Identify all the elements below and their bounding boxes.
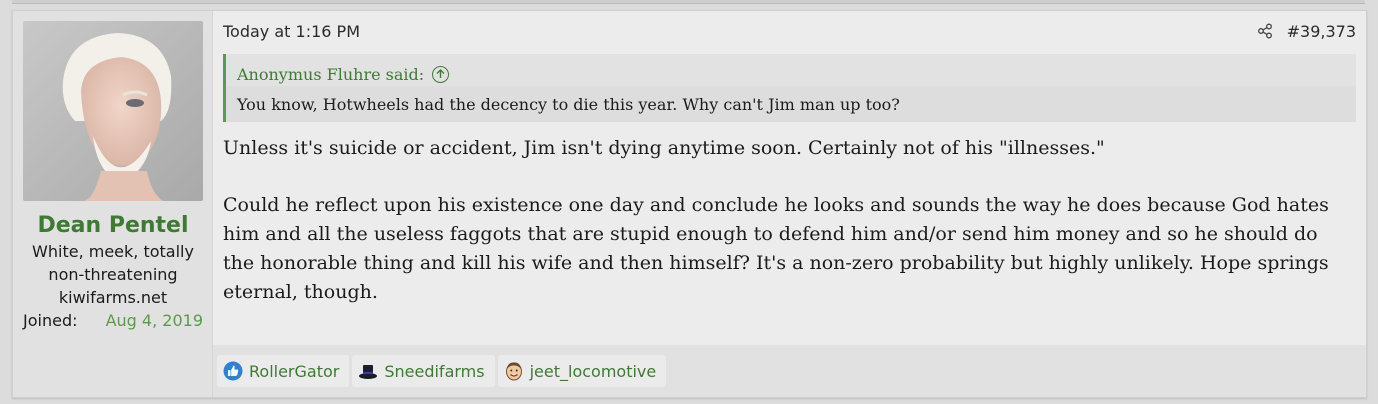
post-message: Unless it's suicide or accident, Jim isn… xyxy=(223,134,1356,307)
reaction-user: jeet_locomotive xyxy=(529,361,657,381)
quote-header: Anonymus Fluhre said: xyxy=(226,54,1356,86)
username[interactable]: Dean Pentel xyxy=(23,213,203,238)
post-header: Today at 1:16 PM #39,373 xyxy=(223,11,1356,51)
joined-label: Joined: xyxy=(23,311,78,330)
post-header-actions: #39,373 xyxy=(1257,22,1356,41)
message-paragraph-1: Unless it's suicide or accident, Jim isn… xyxy=(223,137,1105,159)
quote-text: You know, Hotwheels had the decency to d… xyxy=(226,86,1356,122)
face-icon xyxy=(505,362,522,381)
post-main: Today at 1:16 PM #39,373 Anonymus Fluhre… xyxy=(213,11,1366,397)
forum-post: Dean Pentel White, meek, totally non-thr… xyxy=(12,10,1367,398)
top-hat-icon xyxy=(359,365,378,379)
quote-author[interactable]: Anonymus Fluhre said: xyxy=(237,65,424,84)
joined-row: Joined: Aug 4, 2019 xyxy=(23,311,203,330)
share-icon[interactable] xyxy=(1257,23,1273,39)
user-avatar[interactable] xyxy=(23,21,203,201)
previous-post-edge xyxy=(12,0,1365,4)
user-title: White, meek, totally non-threatening kiw… xyxy=(32,242,194,307)
reaction-item[interactable]: jeet_locomotive xyxy=(497,355,667,387)
thumbs-up-icon xyxy=(223,361,243,381)
reaction-user: Sneedifarms xyxy=(384,361,485,381)
reaction-item[interactable]: RollerGator xyxy=(217,355,350,387)
reactions-bar: RollerGator Sneedifarms jeet_locomotive xyxy=(213,345,1366,397)
reaction-user: RollerGator xyxy=(249,361,340,381)
joined-date: Aug 4, 2019 xyxy=(105,311,203,330)
post-timestamp[interactable]: Today at 1:16 PM xyxy=(223,22,360,41)
arrow-up-icon[interactable] xyxy=(432,65,450,83)
quote-block: Anonymus Fluhre said: You know, Hotwheel… xyxy=(223,54,1356,122)
message-paragraph-2: Could he reflect upon his existence one … xyxy=(223,194,1329,303)
post-number[interactable]: #39,373 xyxy=(1287,22,1356,41)
reaction-item[interactable]: Sneedifarms xyxy=(352,355,495,387)
user-sidebar: Dean Pentel White, meek, totally non-thr… xyxy=(13,11,213,397)
